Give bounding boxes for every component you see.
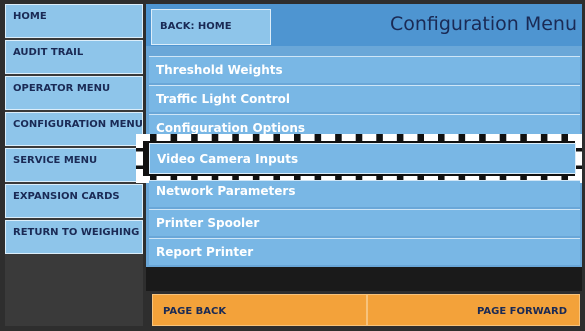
sidebar-item-configuration-menu[interactable]: CONFIGURATION MENU	[5, 112, 143, 146]
menu-item-video-camera-inputs[interactable]: Video Camera Inputs	[149, 143, 576, 174]
footer-spacer	[146, 267, 582, 291]
sidebar-item-operator-menu[interactable]: OPERATOR MENU	[5, 76, 143, 110]
page-title: Configuration Menu	[389, 13, 577, 35]
sidebar-item-return-to-weighing[interactable]: RETURN TO WEIGHING	[5, 220, 143, 254]
sidebar-item-expansion-cards[interactable]: EXPANSION CARDS	[5, 184, 143, 218]
menu-item-threshold-weights[interactable]: Threshold Weights	[149, 56, 580, 83]
menu-item-network-parameters[interactable]: Network Parameters	[149, 180, 580, 207]
sidebar-item-service-menu[interactable]: SERVICE MENU	[5, 148, 143, 182]
menu-item-report-printer[interactable]: Report Printer	[149, 238, 580, 265]
page-back-button[interactable]: PAGE BACK	[152, 294, 367, 326]
sidebar-item-home[interactable]: HOME	[5, 4, 143, 38]
menu-item-traffic-light-control[interactable]: Traffic Light Control	[149, 85, 580, 112]
menu-item-printer-spooler[interactable]: Printer Spooler	[149, 209, 580, 236]
page-forward-button[interactable]: PAGE FORWARD	[367, 294, 580, 326]
sidebar-item-audit-trail[interactable]: AUDIT TRAIL	[5, 40, 143, 74]
back-button[interactable]: BACK: HOME	[151, 9, 271, 45]
